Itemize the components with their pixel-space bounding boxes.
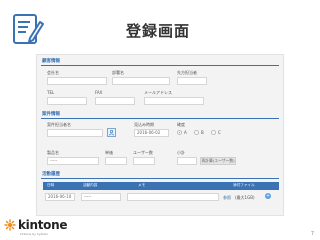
attachment-browse-link[interactable]: 参照 [223,195,231,201]
department-input[interactable] [112,77,170,85]
add-row-button[interactable]: + [265,193,271,199]
subtotal-input [177,157,197,165]
deal-name-input[interactable] [47,129,103,137]
unit-price-input[interactable] [105,157,127,165]
section-title-customer: 顧客情報 [42,59,60,64]
kintone-tagline: kintone by Cybozu [20,232,48,236]
certainty-label: 確度 [177,122,185,127]
activity-date-input[interactable]: 2016-06-10 [45,193,75,201]
column-attachment: 添付ファイル [233,183,255,187]
edit-document-icon [13,14,44,44]
tel-label: TEL [47,90,55,95]
column-date: 日時 [47,183,55,187]
activity-type-select[interactable]: ----- [81,193,121,201]
certainty-option-c: C [218,130,221,135]
section-divider [41,118,279,119]
user-count-label: ユーザー数 [133,150,153,155]
section-divider [41,178,279,179]
contact-name-input[interactable] [177,77,207,85]
certainty-option-b: B [201,130,204,135]
certainty-option-a: A [184,130,187,135]
unit-price-label: 単価 [105,150,113,155]
activity-table-header: 日時 活動内容 メモ 添付ファイル [43,182,279,190]
section-title-activity: 活動履歴 [42,172,60,177]
contact-name-label: 先方担当者 [177,70,197,75]
kintone-logo: kintone kintone by Cybozu [4,218,84,238]
company-input[interactable] [47,77,107,85]
user-count-input[interactable] [133,157,155,165]
certainty-radio-b[interactable] [194,130,199,135]
section-divider [41,65,279,66]
fax-input[interactable] [95,97,135,105]
slide-title: 登録画面 [126,22,191,40]
attachment-limit-note: (最大1GB) [235,195,255,200]
section-title-deal: 案件情報 [42,112,60,117]
email-label: メールアドレス [144,90,172,95]
registration-form: 顧客情報 会社名 部署名 先方担当者 TEL FAX メールアドレス 案件情報 … [36,54,284,216]
deal-name-label: 案件担当者名 [47,122,71,127]
column-memo: メモ [138,183,146,187]
activity-memo-input[interactable] [127,193,219,201]
column-activity-type: 活動内容 [83,183,98,187]
subtotal-label: 小計 [177,150,185,155]
department-label: 部署名 [112,70,124,75]
kintone-wordmark: kintone [18,218,68,232]
certainty-radio-c[interactable] [211,130,216,135]
product-select[interactable]: ----- [47,157,99,165]
product-label: 製品名 [47,150,59,155]
fax-label: FAX [95,90,103,95]
email-input[interactable] [144,97,204,105]
company-label: 会社名 [47,70,59,75]
tel-input[interactable] [47,97,87,105]
user-picker-icon[interactable] [107,128,116,137]
page-number: 7 [310,231,314,237]
due-date-label: 見込み時期 [134,122,154,127]
certainty-radio-a[interactable] [177,130,182,135]
recalc-button[interactable]: 再計算(ユーザー数) [200,157,236,165]
due-date-input[interactable]: 2016-06-02 [134,129,169,137]
kintone-sun-icon [4,219,16,231]
